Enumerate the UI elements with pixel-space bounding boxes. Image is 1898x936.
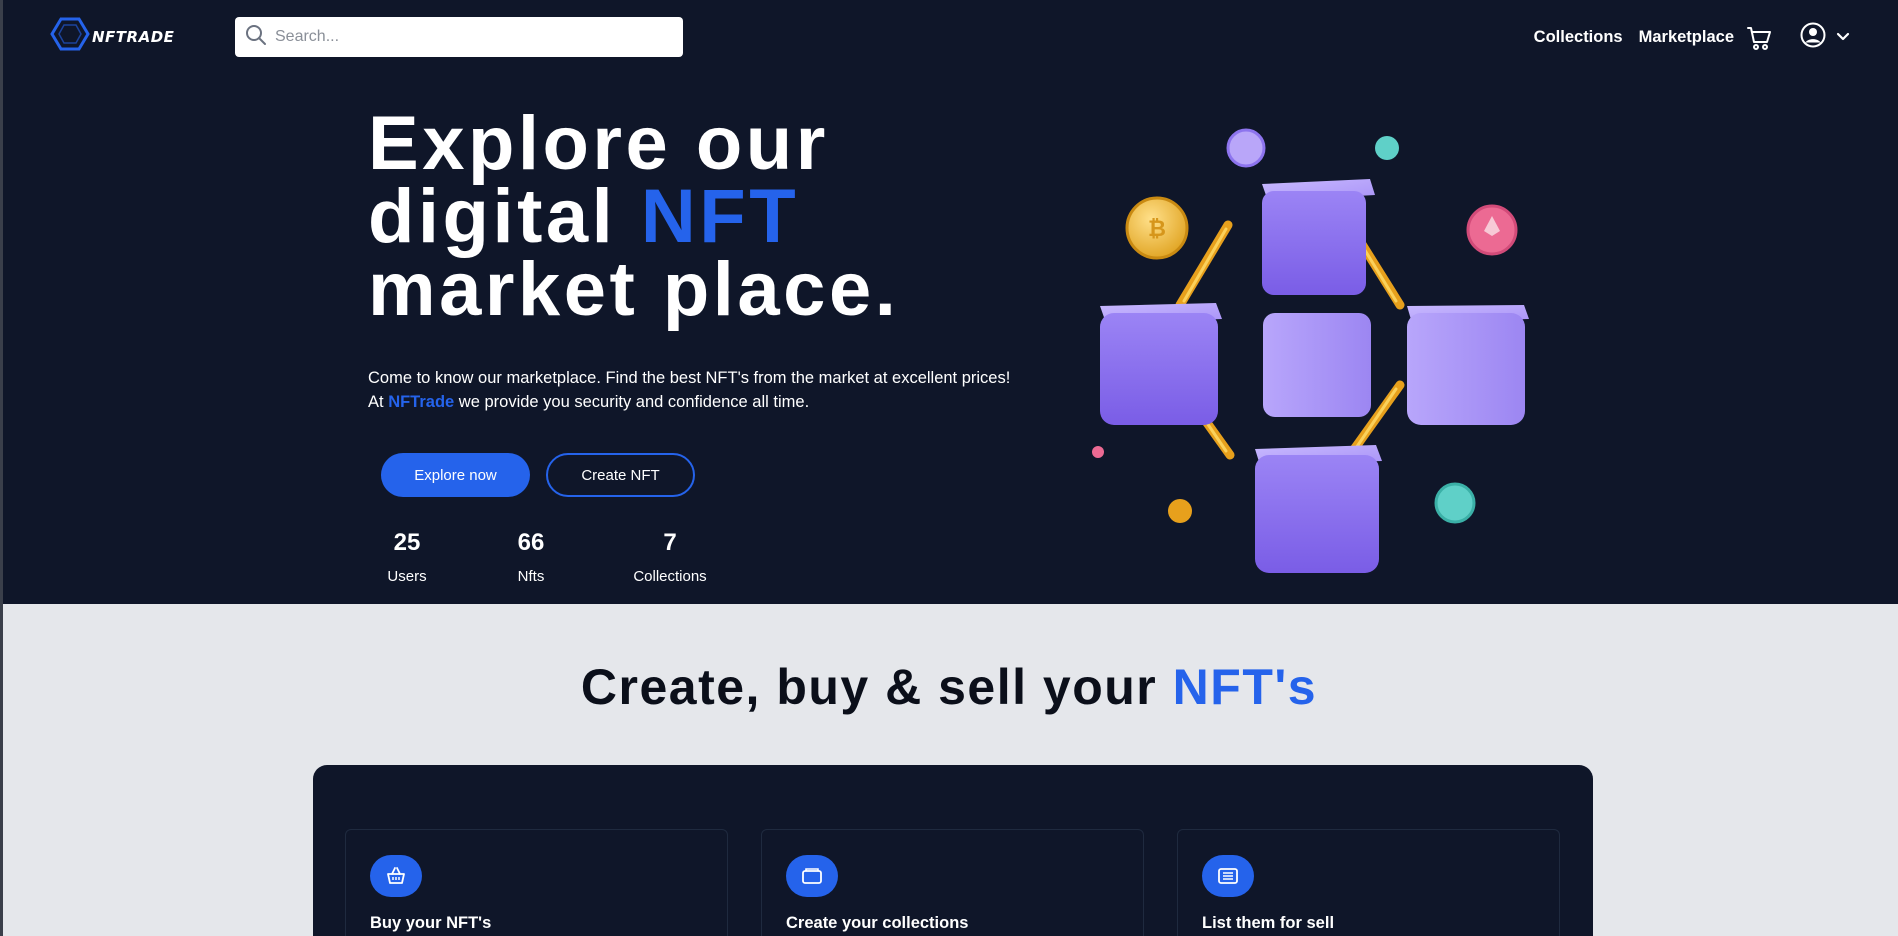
list-icon bbox=[1202, 855, 1254, 897]
basket-icon bbox=[370, 855, 422, 897]
features-title-accent: NFT's bbox=[1172, 659, 1318, 715]
stat-users: 25 Users bbox=[386, 528, 428, 585]
logo-text: NFTRADE bbox=[92, 27, 175, 46]
user-menu[interactable] bbox=[1800, 22, 1850, 53]
feature-card-create[interactable]: Create your collections bbox=[761, 829, 1144, 936]
hero-title: Explore our digital NFT market place. bbox=[368, 106, 899, 328]
search-bar[interactable] bbox=[235, 17, 683, 57]
create-nft-button[interactable]: Create NFT bbox=[546, 453, 695, 497]
blockchain-illustration: ₿ bbox=[1080, 115, 1560, 580]
feature-title: Create your collections bbox=[786, 914, 969, 932]
logo[interactable]: NFTRADE bbox=[50, 16, 174, 57]
stat-value: 25 bbox=[393, 529, 421, 556]
hero-desc-line2-suffix: we provide you security and confidence a… bbox=[454, 393, 810, 411]
nav-link-collections[interactable]: Collections bbox=[1534, 28, 1623, 47]
nav-link-marketplace[interactable]: Marketplace bbox=[1639, 28, 1734, 47]
cart-icon[interactable] bbox=[1746, 25, 1772, 51]
stat-label: Nfts bbox=[517, 568, 545, 585]
wallet-icon bbox=[786, 855, 838, 897]
features-title-prefix: Create, buy & sell your bbox=[580, 659, 1173, 715]
feature-title: List them for sell bbox=[1202, 914, 1335, 932]
stat-value: 66 bbox=[517, 529, 545, 556]
user-avatar-icon[interactable] bbox=[1800, 22, 1826, 53]
navbar: NFTRADE Collections Marketplace bbox=[0, 0, 1898, 74]
svg-text:₿: ₿ bbox=[1148, 217, 1166, 242]
window-edge bbox=[0, 0, 3, 936]
feature-card-list[interactable]: List them for sell bbox=[1177, 829, 1560, 936]
stat-value: 7 bbox=[663, 529, 677, 556]
feature-card-buy[interactable]: Buy your NFT's bbox=[345, 829, 728, 936]
hero-desc-line2-prefix: At bbox=[368, 393, 389, 411]
chevron-down-icon[interactable] bbox=[1836, 29, 1850, 47]
stat-label: Collections bbox=[633, 568, 707, 585]
hero-title-line3: market place. bbox=[368, 247, 900, 332]
search-icon bbox=[245, 24, 267, 51]
stat-collections: 7 Collections bbox=[630, 528, 710, 585]
features-section: Create, buy & sell your NFT's Buy your N… bbox=[0, 604, 1898, 936]
hero-section: NFTRADE Collections Marketplace bbox=[0, 0, 1898, 604]
features-title: Create, buy & sell your NFT's bbox=[0, 658, 1898, 716]
hero-desc-line1: Come to know our marketplace. Find the b… bbox=[368, 369, 1011, 387]
explore-now-button[interactable]: Explore now bbox=[381, 453, 530, 497]
nav-links: Collections Marketplace bbox=[1534, 22, 1850, 53]
hexagon-logo-icon bbox=[50, 16, 90, 57]
stat-nfts: 66 Nfts bbox=[510, 528, 552, 585]
stat-label: Users bbox=[387, 568, 427, 585]
hero-description: Come to know our marketplace. Find the b… bbox=[368, 366, 1068, 414]
hero-desc-brand: NFTrade bbox=[388, 393, 455, 411]
features-panel: Buy your NFT's Create your collections L… bbox=[313, 765, 1593, 936]
feature-title: Buy your NFT's bbox=[370, 914, 492, 932]
search-input[interactable] bbox=[275, 28, 665, 46]
